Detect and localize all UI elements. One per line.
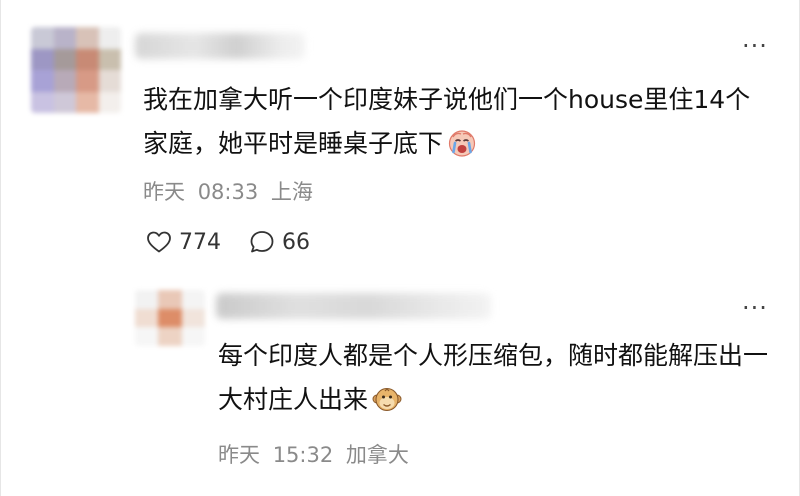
monkey-face-emoji [372,384,402,428]
avatar[interactable] [31,27,121,113]
more-dots-icon[interactable]: ··· [735,34,775,60]
like-button[interactable]: 774 [146,230,221,255]
reply-avatar[interactable] [135,290,205,346]
more-dots-icon[interactable]: ··· [735,296,775,322]
reply-count: 66 [282,229,310,255]
speech-bubble-icon [249,229,275,255]
reply-time: 15:32 [272,443,334,467]
like-count: 774 [179,229,221,255]
comment-actions: 774 66 [146,225,310,259]
reply-button[interactable]: 66 [249,229,310,255]
username-blurred[interactable] [135,33,305,59]
comment-location: 上海 [270,180,313,204]
left-border [0,0,1,496]
reply-body: 每个印度人都是个人形压缩包，随时都能解压出一大村庄人出来 [218,334,778,428]
heart-outline-icon [146,230,172,254]
reply-username-blurred[interactable] [216,293,491,319]
crying-face-emoji [447,128,477,172]
comment-body: 我在加拿大听一个印度妹子说他们一个house里住14个家庭，她平时是睡桌子底下 [143,78,763,172]
reply-meta: 昨天 15:32 加拿大 [218,439,415,469]
comment-meta: 昨天 08:33 上海 [143,176,319,206]
reply-date: 昨天 [218,443,260,467]
comment-date: 昨天 [143,180,185,204]
comment-time: 08:33 [197,180,259,204]
reply-text: 每个印度人都是个人形压缩包，随时都能解压出一大村庄人出来 [218,341,769,414]
comment-thread: ··· 我在加拿大听一个印度妹子说他们一个house里住14个家庭，她平时是睡桌… [0,0,800,496]
reply-location: 加拿大 [345,443,409,467]
